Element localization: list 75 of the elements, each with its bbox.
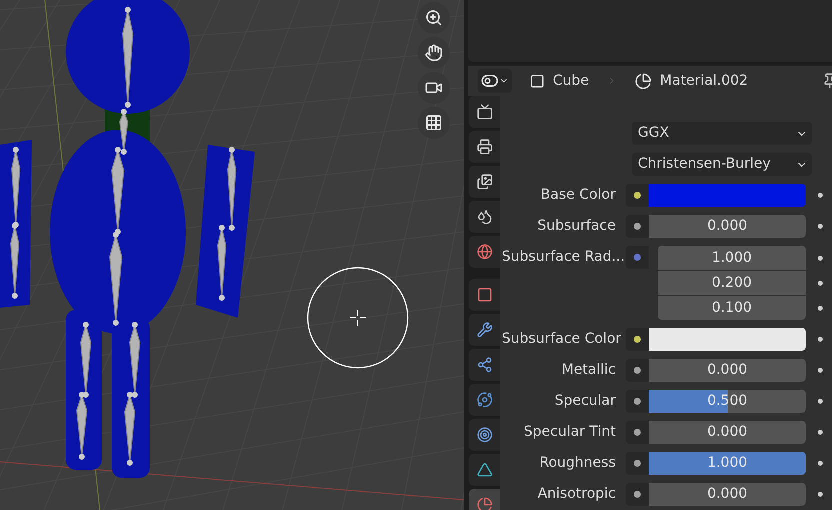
field-value: 0.200 <box>712 274 752 292</box>
properties-tab[interactable] <box>469 96 500 128</box>
viewport-nav-button[interactable] <box>418 107 450 139</box>
editor-type-button[interactable] <box>478 69 512 93</box>
viewport-nav-button[interactable] <box>418 72 450 104</box>
properties-tab[interactable] <box>469 314 500 346</box>
vector-field[interactable]: 0.100 <box>658 296 806 320</box>
slider-value: 0.000 <box>707 423 748 442</box>
socket-button[interactable] <box>626 483 649 506</box>
slider-value: 0.000 <box>707 361 748 380</box>
field-value: 0.100 <box>712 298 752 318</box>
zoom-icon <box>425 9 443 27</box>
properties-tab[interactable] <box>469 454 500 486</box>
socket-button[interactable] <box>626 184 649 207</box>
property-label: Base Color <box>540 186 617 205</box>
vector-field[interactable]: 0.200 <box>658 271 806 295</box>
properties-tab[interactable] <box>469 166 500 198</box>
grid-icon <box>425 114 443 132</box>
images-icon <box>476 174 492 190</box>
globe-icon <box>476 244 492 260</box>
socket-button[interactable] <box>626 215 649 238</box>
color-swatch[interactable] <box>649 184 806 207</box>
value-slider[interactable]: 0.000 <box>649 483 806 506</box>
pie-icon <box>476 497 492 510</box>
properties-tab[interactable] <box>469 384 500 416</box>
socket-button[interactable] <box>626 452 649 475</box>
properties-tab[interactable] <box>469 349 500 381</box>
dropdown-field[interactable]: GGX <box>632 122 812 145</box>
value-slider[interactable]: 1.000 <box>649 452 806 475</box>
properties-tab[interactable] <box>469 236 500 268</box>
slider-value: 1.000 <box>707 454 748 473</box>
value-slider[interactable]: 0.000 <box>649 215 806 238</box>
slider-value: 0.000 <box>707 217 748 236</box>
vector-field[interactable]: 1.000 <box>658 246 806 270</box>
material-name: Material.002 <box>660 72 748 90</box>
properties-tab[interactable] <box>469 131 500 163</box>
socket-button[interactable] <box>626 359 649 382</box>
slider-value: 0.000 <box>707 485 748 504</box>
value-slider[interactable]: 0.000 <box>649 359 806 382</box>
droplets-icon <box>476 209 492 225</box>
dropdown-field[interactable]: Christensen-Burley <box>632 153 812 176</box>
properties-tab[interactable] <box>469 201 500 233</box>
property-label: Subsurface Color <box>502 330 622 349</box>
viewport-nav-button[interactable] <box>418 2 450 34</box>
field-value: 1.000 <box>712 248 752 268</box>
square-icon <box>530 74 545 88</box>
brush-cursor-icon <box>307 267 409 369</box>
property-label: Anisotropic <box>536 485 617 504</box>
color-swatch[interactable] <box>649 328 806 351</box>
property-label: Specular Tint <box>522 423 617 442</box>
socket-button[interactable] <box>626 246 649 269</box>
properties-tab[interactable] <box>469 419 500 451</box>
object-name: Cube <box>553 72 590 90</box>
printer-icon <box>476 139 492 155</box>
nodes-icon <box>476 357 492 373</box>
square-icon <box>476 287 492 303</box>
target-icon <box>476 427 492 443</box>
value-slider[interactable]: 0.000 <box>649 421 806 444</box>
socket-button[interactable] <box>626 390 649 413</box>
hand-icon <box>425 44 443 62</box>
pie-icon <box>635 72 652 90</box>
toggle-icon <box>481 72 499 90</box>
socket-button[interactable] <box>626 421 649 444</box>
property-label: Subsurface <box>536 217 617 236</box>
property-label: Specular <box>554 392 617 411</box>
tv-icon <box>476 104 492 120</box>
viewport-nav-button[interactable] <box>418 37 450 69</box>
triangle-icon <box>476 462 492 478</box>
property-label: Metallic <box>560 361 617 380</box>
property-label: Subsurface Rad... <box>502 248 626 267</box>
property-label: Roughness <box>538 454 617 473</box>
wrench-icon <box>476 322 492 338</box>
orbit-icon <box>476 392 492 408</box>
properties-tab[interactable] <box>469 279 500 311</box>
socket-button[interactable] <box>626 328 649 351</box>
